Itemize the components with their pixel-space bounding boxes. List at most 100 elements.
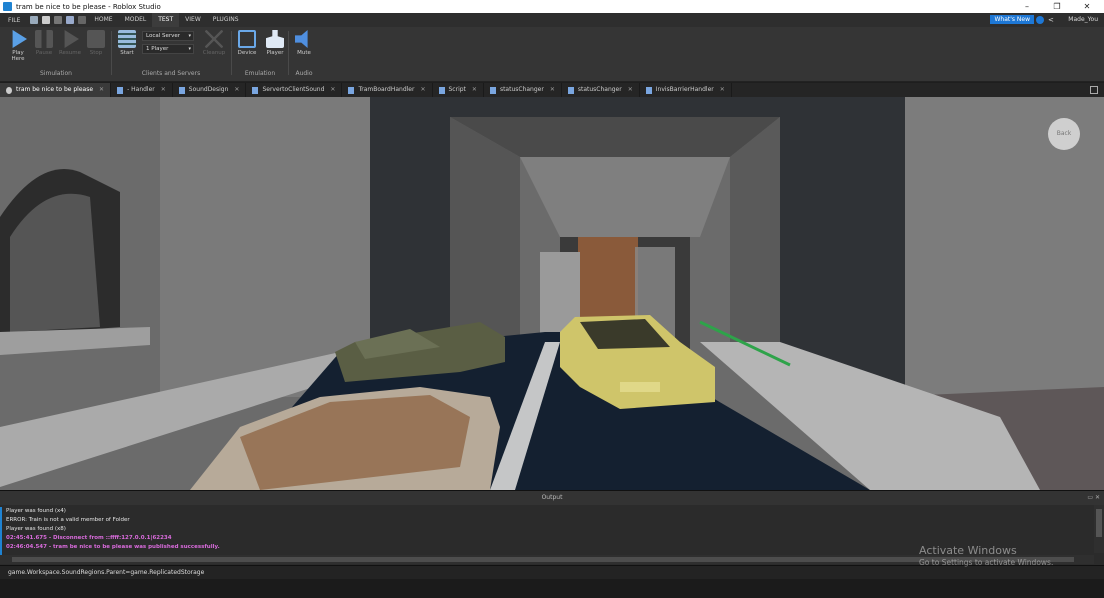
doc-tab-handler[interactable]: - Handler ✕ [111,83,173,97]
stop-button[interactable]: Stop [82,30,110,56]
doc-tab-label: tram be nice to be please [16,86,94,93]
output-vertical-scrollbar[interactable] [1094,505,1104,553]
tab-view[interactable]: VIEW [179,13,207,27]
close-window-button[interactable]: ✕ [1072,0,1102,13]
close-tab-icon[interactable]: ✕ [550,83,555,97]
close-tab-icon[interactable]: ✕ [420,83,425,97]
tab-plugins[interactable]: PLUGINS [207,13,245,27]
cleanup-label: Cleanup [202,50,226,56]
ribbon-separator [231,31,232,75]
close-tab-icon[interactable]: ✕ [99,83,104,97]
doc-tab-script[interactable]: Script ✕ [433,83,484,97]
device-icon [238,30,256,48]
doc-tab-servertoclientsound[interactable]: ServertoClientSound ✕ [246,83,343,97]
doc-tab-invisbarrierhandler[interactable]: InvisBarrierHandler ✕ [640,83,732,97]
mute-label: Mute [297,50,311,56]
close-tab-icon[interactable]: ✕ [628,83,633,97]
resume-label: Resume [58,50,82,56]
restore-panel-icon[interactable] [1090,86,1098,94]
output-panel-controls-icon[interactable]: ▭ ✕ [1087,491,1100,505]
pause-button[interactable]: Pause [30,30,58,56]
doc-tab-label: statusChanger [499,86,544,93]
output-line: 02:45:41.675 - Disconnect from ::ffff:12… [6,535,172,541]
resume-icon [64,30,79,48]
simulation-group-label: Simulation [40,70,72,77]
tab-home[interactable]: HOME [88,13,118,27]
script-icon [438,86,445,94]
device-button[interactable]: Device [233,30,261,56]
command-bar-input[interactable]: game.Workspace.SoundRegions.Parent=game.… [0,565,1104,579]
minimize-button[interactable]: – [1012,0,1042,13]
cleanup-x-icon [205,30,223,48]
title-bar: tram be nice to be please - Roblox Studi… [0,0,1104,13]
activate-windows-subtitle: Go to Settings to activate Windows. [919,558,1054,567]
server-mode-dropdown[interactable]: Local Server [142,31,194,41]
doc-tab-label: TramBoardHandler [358,86,415,93]
player-icon [266,30,284,48]
3d-viewport[interactable]: Back [0,97,1104,490]
play-here-button[interactable]: Play Here [4,30,32,62]
doc-tab-label: statusChanger [577,86,622,93]
ribbon-menu-row: FILE HOME MODEL TEST VIEW PLUGINS What's… [0,13,1104,27]
activate-windows-title: Activate Windows [919,544,1017,557]
close-tab-icon[interactable]: ✕ [234,83,239,97]
resume-button[interactable]: Resume [56,30,84,56]
tab-model[interactable]: MODEL [119,13,153,27]
doc-tab-label: - Handler [127,86,155,93]
activate-windows-watermark: Activate Windows Go to Settings to activ… [919,544,1053,567]
script-icon [645,86,652,94]
audio-group-label: Audio [295,70,313,77]
doc-tab-label: InvisBarrierHandler [655,86,714,93]
stop-label: Stop [89,50,103,56]
quick-access-icon[interactable] [78,16,87,24]
user-name[interactable]: Made_You [1068,13,1098,27]
redo-icon[interactable] [54,16,63,24]
close-tab-icon[interactable]: ✕ [161,83,166,97]
scene-render [0,97,1104,490]
doc-tab-statuschanger-2[interactable]: statusChanger ✕ [562,83,640,97]
tools-icon[interactable] [66,16,75,24]
doc-tab-label: SoundDesign [188,86,229,93]
cleanup-button[interactable]: Cleanup [200,30,228,56]
players-count-dropdown[interactable]: 1 Player [142,44,194,54]
new-file-icon[interactable] [30,16,39,24]
script-icon [567,86,574,94]
output-line: Player was found (x8) [6,526,66,532]
script-icon [489,86,496,94]
undo-icon[interactable] [42,16,51,24]
start-label: Start [120,50,134,56]
whats-new-button[interactable]: What's New [990,15,1034,24]
doc-tab-statuschanger-1[interactable]: statusChanger ✕ [484,83,562,97]
close-tab-icon[interactable]: ✕ [330,83,335,97]
mute-button[interactable]: Mute [290,30,318,56]
doc-tab-tramboardhandler[interactable]: TramBoardHandler ✕ [342,83,433,97]
player-button[interactable]: Player [261,30,289,56]
help-icon[interactable] [1036,16,1044,24]
roblox-studio-logo-icon [3,2,12,11]
output-title: Output [541,494,563,501]
share-icon[interactable]: < [1048,16,1056,24]
maximize-button[interactable]: ❐ [1042,0,1072,13]
doc-tab-place[interactable]: tram be nice to be please ✕ [0,83,112,97]
script-icon [252,86,259,94]
pause-icon [35,30,53,48]
ribbon-separator [288,31,289,75]
start-button[interactable]: Start [113,30,141,56]
script-icon [117,86,124,94]
server-icon [118,30,136,48]
tab-test[interactable]: TEST [152,13,180,27]
window-title: tram be nice to be please - Roblox Studi… [16,2,161,11]
view-back-button[interactable]: Back [1048,118,1080,150]
player-label: Player [266,50,284,56]
device-label: Device [237,50,257,56]
ribbon-toolbar: Play Here Pause Resume Stop Simulation S… [0,27,1104,82]
emulation-group-label: Emulation [244,70,276,77]
doc-tab-label: Script [448,86,466,93]
close-tab-icon[interactable]: ✕ [472,83,477,97]
clients-servers-group-label: Clients and Servers [141,70,201,77]
speaker-mute-icon [295,30,308,48]
file-menu[interactable]: FILE [0,17,28,24]
close-tab-icon[interactable]: ✕ [720,83,725,97]
play-icon [12,30,27,48]
doc-tab-sounddesign[interactable]: SoundDesign ✕ [173,83,247,97]
